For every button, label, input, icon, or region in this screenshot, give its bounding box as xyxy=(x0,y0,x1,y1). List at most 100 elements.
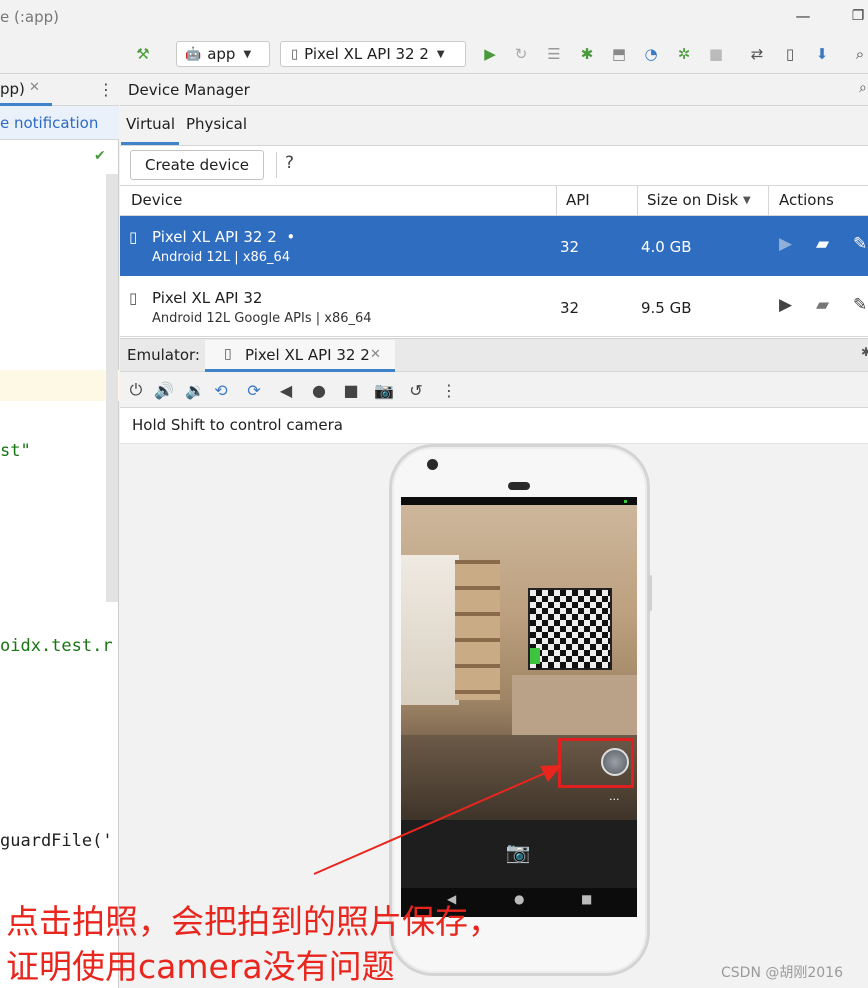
annotation-text: 证明使用camera没有问题 xyxy=(6,947,395,986)
editor-notification-banner[interactable]: e notification xyxy=(0,106,119,140)
folder-icon[interactable]: ▰ xyxy=(816,295,829,315)
code-line: guardFile(' xyxy=(0,831,113,851)
phone-device-icon: ▯ xyxy=(129,228,138,246)
sort-desc-icon[interactable]: ▼ xyxy=(743,195,751,206)
title-bar xyxy=(0,0,868,36)
tab-active-indicator xyxy=(121,142,179,145)
edit-icon[interactable]: ✎ xyxy=(853,295,867,315)
help-icon[interactable]: ? xyxy=(285,153,294,173)
back-icon[interactable]: ◀ xyxy=(275,380,297,400)
device-api: 32 xyxy=(560,238,580,256)
device-name: Pixel XL API 32 2 • xyxy=(152,228,296,246)
column-device[interactable]: Device xyxy=(131,191,182,209)
emulator-tab-label: Pixel XL API 32 2 xyxy=(245,346,370,364)
code-line: st" xyxy=(0,441,31,461)
status-bar xyxy=(401,497,637,505)
device-manager-icon[interactable]: ▯ xyxy=(780,44,800,64)
search-icon[interactable]: ⌕ xyxy=(859,80,867,96)
device-name: Pixel XL API 32 xyxy=(152,289,263,307)
device-subtitle: Android 12L | x86_64 xyxy=(152,250,291,265)
settings-icon[interactable]: ✱ xyxy=(861,345,868,359)
attach-debugger-icon[interactable]: ⬒ xyxy=(609,44,629,64)
camera-screenshot-icon[interactable]: 📷 xyxy=(373,380,395,400)
emulator-label: Emulator: xyxy=(127,346,200,364)
column-divider[interactable] xyxy=(556,185,557,216)
nav-recents-icon[interactable]: ■ xyxy=(581,892,592,906)
editor-tab[interactable]: pp) xyxy=(0,74,52,106)
device-size: 9.5 GB xyxy=(641,299,692,317)
edit-icon[interactable]: ✎ xyxy=(853,234,867,254)
device-subtitle: Android 12L Google APIs | x86_64 xyxy=(152,311,372,326)
profile-icon[interactable]: ◔ xyxy=(641,44,661,64)
volume-down-icon[interactable]: 🔉 xyxy=(184,380,206,400)
divider xyxy=(276,152,277,178)
photo-thumbnail[interactable] xyxy=(601,748,629,776)
column-divider[interactable] xyxy=(768,185,769,216)
run-config-label: app xyxy=(207,45,236,63)
annotation-arrow xyxy=(313,765,562,875)
emulator-toolbar xyxy=(120,372,868,408)
preview-cabinet xyxy=(512,675,637,735)
volume-up-icon[interactable]: 🔊 xyxy=(153,380,175,400)
snapshot-icon[interactable]: ↺ xyxy=(405,380,427,400)
check-icon: ✔ xyxy=(94,148,106,164)
chevron-down-icon: ▼ xyxy=(243,48,252,60)
device-row[interactable]: ▯ Pixel XL API 32 Android 12L Google API… xyxy=(120,277,868,337)
battery-icon xyxy=(624,500,627,503)
column-size[interactable]: Size on Disk xyxy=(647,191,738,209)
preview-window xyxy=(401,555,459,705)
preview-tv-marker xyxy=(530,648,540,664)
run-icon[interactable]: ▶ xyxy=(480,44,500,64)
phone-device-icon: ▯ xyxy=(224,346,232,362)
preview-tv xyxy=(528,588,612,670)
annotation-text: 点击拍照，会把拍到的照片保存， xyxy=(6,902,501,941)
close-icon[interactable]: ✕ xyxy=(29,80,40,95)
column-api[interactable]: API xyxy=(566,191,590,209)
device-select[interactable]: ▯ Pixel XL API 32 2 ▼ xyxy=(280,41,466,67)
create-device-button[interactable]: Create device xyxy=(130,150,264,180)
rotate-right-icon[interactable]: ⟳ xyxy=(243,380,265,400)
power-icon[interactable]: ⏻ xyxy=(125,380,147,400)
nav-home-icon[interactable]: ● xyxy=(514,892,524,906)
editor-scrollbar[interactable] xyxy=(106,174,118,602)
home-icon[interactable]: ● xyxy=(308,380,330,400)
launch-icon[interactable]: ▶ xyxy=(779,295,792,315)
preview-shelf xyxy=(455,560,500,700)
thumbnail-more[interactable]: ... xyxy=(609,790,620,803)
more-vertical-icon[interactable]: ⋮ xyxy=(98,80,114,99)
run-config-select[interactable]: 🤖 app ▼ xyxy=(176,41,270,67)
device-manager-title: Device Manager xyxy=(120,74,868,106)
sdk-manager-icon[interactable]: ⬇ xyxy=(812,44,832,64)
tab-physical[interactable]: Physical xyxy=(186,115,247,133)
more-vertical-icon[interactable]: ⋮ xyxy=(438,380,460,400)
close-icon[interactable]: ✕ xyxy=(370,347,381,362)
column-divider[interactable] xyxy=(637,185,638,216)
window-title: e (:app) xyxy=(0,8,59,26)
column-actions: Actions xyxy=(779,191,834,209)
restore-icon[interactable]: ❐ xyxy=(848,6,868,26)
current-line-highlight xyxy=(0,370,119,401)
device-size: 4.0 GB xyxy=(641,238,692,256)
debug-icon[interactable]: ✱ xyxy=(577,44,597,64)
folder-icon[interactable]: ▰ xyxy=(816,234,829,254)
device-api: 32 xyxy=(560,299,580,317)
phone-device-icon: ▯ xyxy=(129,289,138,307)
tab-virtual[interactable]: Virtual xyxy=(126,115,175,133)
device-icon: ▯ xyxy=(291,46,299,62)
earpiece xyxy=(508,482,530,490)
android-icon: 🤖 xyxy=(185,46,202,62)
chevron-down-icon: ▼ xyxy=(436,48,445,60)
apply-code-icon[interactable]: ☰ xyxy=(544,44,564,64)
sync-project-icon[interactable]: ⇄ xyxy=(747,44,767,64)
rotate-left-icon[interactable]: ⟲ xyxy=(210,380,232,400)
apply-changes-icon[interactable]: ↻ xyxy=(511,44,531,64)
build-hammer-icon[interactable]: ⚒ xyxy=(133,44,153,64)
overview-icon[interactable]: ■ xyxy=(340,380,362,400)
device-row[interactable]: ▯ Pixel XL API 32 2 • Android 12L | x86_… xyxy=(120,216,868,276)
minimize-icon[interactable]: — xyxy=(793,6,813,26)
code-line: oidx.test.r xyxy=(0,636,113,656)
search-icon[interactable]: ⌕ xyxy=(850,44,868,64)
attach-debug-icon[interactable]: ✲ xyxy=(674,44,694,64)
stop-icon[interactable]: ■ xyxy=(706,44,726,64)
launch-icon[interactable]: ▶ xyxy=(779,234,792,254)
